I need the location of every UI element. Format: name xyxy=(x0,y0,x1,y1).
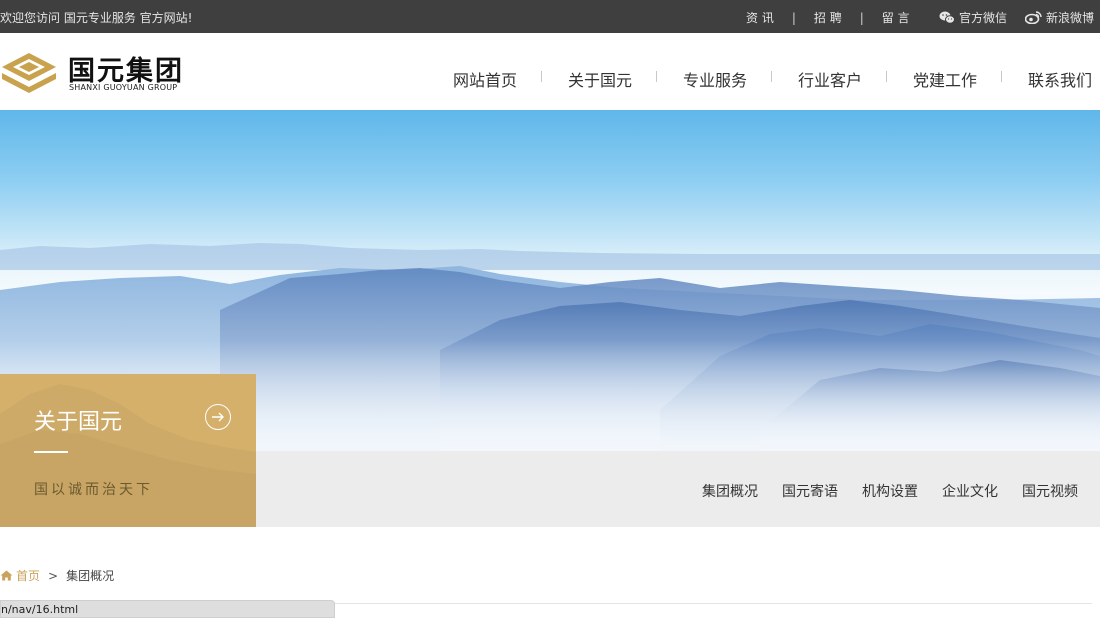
nav-item-home[interactable]: 网站首页 xyxy=(453,67,517,91)
wechat-icon xyxy=(939,11,955,24)
top-link-separator: | xyxy=(859,10,864,25)
nav-item-contact[interactable]: 联系我们 xyxy=(1028,67,1092,91)
nav-divider xyxy=(541,71,542,82)
nav-divider xyxy=(886,71,887,82)
weibo-link[interactable]: 新浪微博 xyxy=(1025,9,1094,26)
section-slogan: 国以诚而治天下 xyxy=(34,482,153,498)
nav-item-clients[interactable]: 行业客户 xyxy=(798,67,862,91)
top-bar: 欢迎您访问 国元专业服务 官方网站! 资 讯 | 招 聘 | 留 言 官方微信 … xyxy=(0,0,1100,33)
section-more-button[interactable] xyxy=(205,404,231,430)
arrow-right-icon xyxy=(212,412,224,422)
nav-item-about[interactable]: 关于国元 xyxy=(568,67,632,91)
top-link-jobs[interactable]: 招 聘 xyxy=(814,9,842,26)
breadcrumb: 首页 > 集团概况 xyxy=(0,567,114,584)
weibo-label: 新浪微博 xyxy=(1046,11,1095,25)
section-title-underline xyxy=(34,451,68,453)
home-icon xyxy=(0,570,13,581)
top-link-news[interactable]: 资 讯 xyxy=(746,9,774,26)
breadcrumb-separator: > xyxy=(48,568,59,583)
main-nav: 网站首页 关于国元 专业服务 行业客户 党建工作 联系我们 xyxy=(0,67,1100,91)
welcome-text: 欢迎您访问 国元专业服务 官方网站! xyxy=(0,11,193,25)
nav-divider xyxy=(656,71,657,82)
browser-status-url: n/nav/16.html xyxy=(0,600,335,618)
weibo-icon xyxy=(1025,11,1042,24)
nav-item-party[interactable]: 党建工作 xyxy=(913,67,977,91)
subnav-item-overview[interactable]: 集团概况 xyxy=(702,481,758,501)
subnav-item-video[interactable]: 国元视频 xyxy=(1022,481,1078,501)
nav-divider xyxy=(771,71,772,82)
nav-item-services[interactable]: 专业服务 xyxy=(683,67,747,91)
section-title-box: 关于国元 国以诚而治天下 xyxy=(0,374,256,527)
subnav-item-structure[interactable]: 机构设置 xyxy=(862,481,918,501)
top-links: 资 讯 | 招 聘 | 留 言 xyxy=(746,9,910,26)
top-link-separator: | xyxy=(791,10,796,25)
breadcrumb-home-label: 首页 xyxy=(16,569,41,583)
subnav-item-culture[interactable]: 企业文化 xyxy=(942,481,998,501)
breadcrumb-home[interactable]: 首页 xyxy=(0,567,40,584)
wechat-label: 官方微信 xyxy=(959,11,1008,25)
subnav-item-message[interactable]: 国元寄语 xyxy=(782,481,838,501)
wechat-link[interactable]: 官方微信 xyxy=(939,9,1007,26)
section-title: 关于国元 xyxy=(34,410,123,435)
nav-divider xyxy=(1001,71,1002,82)
top-link-message[interactable]: 留 言 xyxy=(882,9,910,26)
site-header: 国元集团 SHANXI GUOYUAN GROUP 网站首页 关于国元 专业服务… xyxy=(0,33,1100,110)
breadcrumb-current: 集团概况 xyxy=(66,569,115,583)
